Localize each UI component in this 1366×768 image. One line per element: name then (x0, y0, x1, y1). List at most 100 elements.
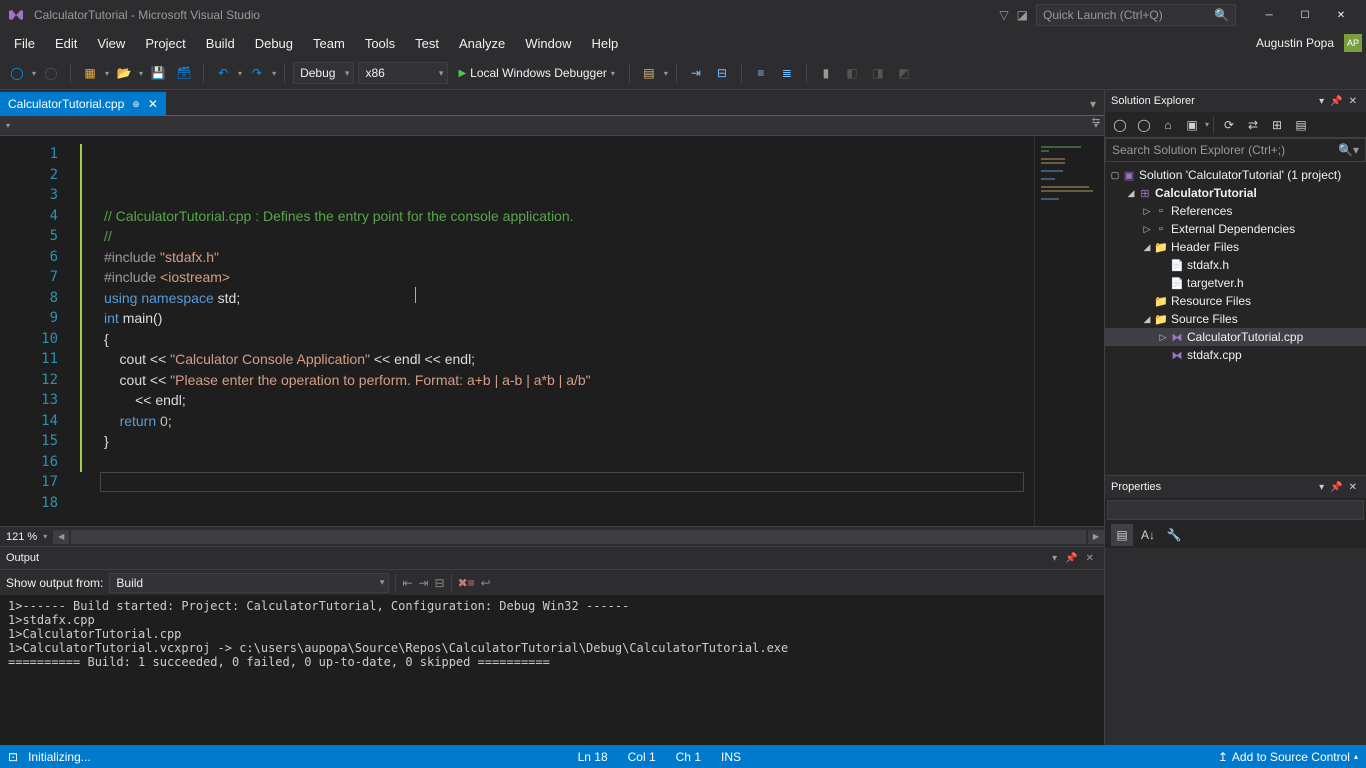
tree-node-calculatortutorial[interactable]: ◢⊞CalculatorTutorial (1105, 184, 1366, 202)
props-alpha-button[interactable]: A↓ (1137, 524, 1159, 546)
props-pin-icon[interactable]: 📌 (1327, 482, 1345, 493)
toolbar-btn-8[interactable]: ◨ (867, 62, 889, 84)
code-line[interactable]: cout << "Calculator Console Application"… (104, 349, 1034, 370)
start-debugging-button[interactable]: ▶ Local Windows Debugger ▾ (452, 62, 620, 84)
split-handle-icon[interactable]: ⇆ (1088, 116, 1104, 132)
se-showall-button[interactable]: ⊞ (1266, 114, 1288, 136)
minimize-button[interactable]: ─ (1252, 2, 1286, 28)
se-collapse-button[interactable]: ⇄ (1242, 114, 1264, 136)
tree-node-solution-calculatortutorial-1-project-[interactable]: ▢▣Solution 'CalculatorTutorial' (1 proje… (1105, 166, 1366, 184)
menu-debug[interactable]: Debug (245, 32, 303, 55)
status-ins[interactable]: INS (711, 750, 751, 764)
code-line[interactable]: << endl; (104, 390, 1034, 411)
menu-project[interactable]: Project (135, 32, 195, 55)
menu-help[interactable]: Help (582, 32, 629, 55)
panel-dropdown-icon[interactable]: ▾ (1048, 553, 1061, 564)
output-btn-3[interactable]: ⊟ (435, 576, 445, 590)
output-source-dropdown[interactable]: Build (109, 573, 389, 593)
code-line[interactable]: return 0; (104, 411, 1034, 432)
code-line[interactable]: } (104, 431, 1034, 452)
nav-back-button[interactable]: ◯ (6, 62, 28, 84)
panel-close-icon[interactable]: ✕ (1082, 553, 1098, 564)
se-home-button[interactable]: ⌂ (1157, 114, 1179, 136)
tree-node-calculatortutorial-cpp[interactable]: ▷⧓CalculatorTutorial.cpp (1105, 328, 1366, 346)
toolbar-btn-1[interactable]: ▤ (638, 62, 660, 84)
open-file-button[interactable]: 📂 (113, 62, 135, 84)
output-btn-2[interactable]: ⇥ (418, 576, 428, 590)
menu-test[interactable]: Test (405, 32, 449, 55)
quick-launch-input[interactable]: Quick Launch (Ctrl+Q) 🔍 (1036, 4, 1236, 26)
se-fwd-button[interactable]: ◯ (1133, 114, 1155, 136)
props-wrench-button[interactable]: 🔧 (1163, 524, 1185, 546)
expand-icon[interactable]: ◢ (1141, 314, 1153, 325)
scroll-right[interactable]: ▶ (1088, 530, 1104, 544)
platform-dropdown[interactable]: x86 (358, 62, 448, 84)
expand-icon[interactable]: ▷ (1157, 332, 1169, 343)
toolbar-btn-7[interactable]: ◧ (841, 62, 863, 84)
undo-button[interactable]: ↶ (212, 62, 234, 84)
pin-icon[interactable]: ⊕ (132, 99, 140, 110)
se-refresh-button[interactable]: ⟳ (1218, 114, 1240, 136)
se-pin-icon[interactable]: 📌 (1327, 96, 1345, 107)
expand-icon[interactable]: ◢ (1141, 242, 1153, 253)
toolbar-btn-2[interactable]: ⇥ (685, 62, 707, 84)
tab-dropdown[interactable]: ▾ (1082, 92, 1104, 116)
se-sync-button[interactable]: ▣ (1181, 114, 1203, 136)
tree-node-stdafx-cpp[interactable]: ⧓stdafx.cpp (1105, 346, 1366, 364)
output-btn-1[interactable]: ⇤ (402, 576, 412, 590)
close-tab-icon[interactable]: ✕ (148, 97, 158, 111)
output-text[interactable]: 1>------ Build started: Project: Calcula… (0, 595, 1104, 745)
status-line[interactable]: Ln 18 (568, 750, 618, 764)
menu-edit[interactable]: Edit (45, 32, 87, 55)
menu-window[interactable]: Window (515, 32, 581, 55)
toolbar-btn-9[interactable]: ◩ (893, 62, 915, 84)
expand-icon[interactable]: ▷ (1141, 224, 1153, 235)
user-name[interactable]: Augustin Popa (1250, 36, 1340, 50)
panel-pin-icon[interactable]: 📌 (1061, 553, 1081, 564)
redo-button[interactable]: ↷ (246, 62, 268, 84)
menu-analyze[interactable]: Analyze (449, 32, 515, 55)
code-editor[interactable]: // CalculatorTutorial.cpp : Defines the … (80, 136, 1034, 526)
code-line[interactable]: int main() (104, 308, 1034, 329)
se-dropdown-icon[interactable]: ▾ (1316, 96, 1327, 107)
se-properties-button[interactable]: ▤ (1290, 114, 1312, 136)
save-all-button[interactable]: 🗃 (173, 62, 195, 84)
zoom-level[interactable]: 121 % (0, 531, 43, 543)
se-back-button[interactable]: ◯ (1109, 114, 1131, 136)
expand-icon[interactable]: ◢ (1125, 188, 1137, 199)
code-line[interactable]: // CalculatorTutorial.cpp : Defines the … (104, 206, 1034, 227)
status-col[interactable]: Col 1 (618, 750, 666, 764)
notifications-icon[interactable]: ▽ (999, 8, 1008, 22)
nav-fwd-button[interactable]: ◯ (40, 62, 62, 84)
tree-node-external-dependencies[interactable]: ▷▫External Dependencies (1105, 220, 1366, 238)
code-line[interactable]: #include <iostream> (104, 267, 1034, 288)
code-line[interactable]: { (104, 329, 1034, 350)
tree-node-references[interactable]: ▷▫References (1105, 202, 1366, 220)
scroll-left[interactable]: ◀ (53, 530, 69, 544)
code-line[interactable]: using namespace std; (104, 288, 1034, 309)
toolbar-btn-4[interactable]: ≡ (750, 62, 772, 84)
tree-node-stdafx-h[interactable]: 📄stdafx.h (1105, 256, 1366, 274)
tree-node-header-files[interactable]: ◢📁Header Files (1105, 238, 1366, 256)
status-char[interactable]: Ch 1 (666, 750, 711, 764)
menu-view[interactable]: View (87, 32, 135, 55)
output-wrap-button[interactable]: ↩ (481, 576, 491, 590)
toolbar-btn-5[interactable]: ≣ (776, 62, 798, 84)
expand-icon[interactable]: ▷ (1141, 206, 1153, 217)
tree-node-source-files[interactable]: ◢📁Source Files (1105, 310, 1366, 328)
hscroll-track[interactable] (71, 530, 1086, 544)
tree-node-targetver-h[interactable]: 📄targetver.h (1105, 274, 1366, 292)
toolbar-btn-3[interactable]: ⊟ (711, 62, 733, 84)
user-avatar[interactable]: AP (1344, 34, 1362, 52)
config-dropdown[interactable]: Debug (293, 62, 354, 84)
zoom-dropdown[interactable]: ▾ (43, 532, 53, 541)
close-button[interactable]: ✕ (1324, 2, 1358, 28)
save-button[interactable]: 💾 (147, 62, 169, 84)
menu-team[interactable]: Team (303, 32, 355, 55)
se-close-icon[interactable]: ✕ (1346, 96, 1360, 107)
tab-active[interactable]: CalculatorTutorial.cpp ⊕ ✕ (0, 92, 166, 116)
solution-search-input[interactable]: Search Solution Explorer (Ctrl+;) 🔍▾ (1105, 138, 1366, 162)
toolbar-btn-6[interactable]: ▮ (815, 62, 837, 84)
minimap[interactable] (1034, 136, 1104, 526)
maximize-button[interactable]: ☐ (1288, 2, 1322, 28)
